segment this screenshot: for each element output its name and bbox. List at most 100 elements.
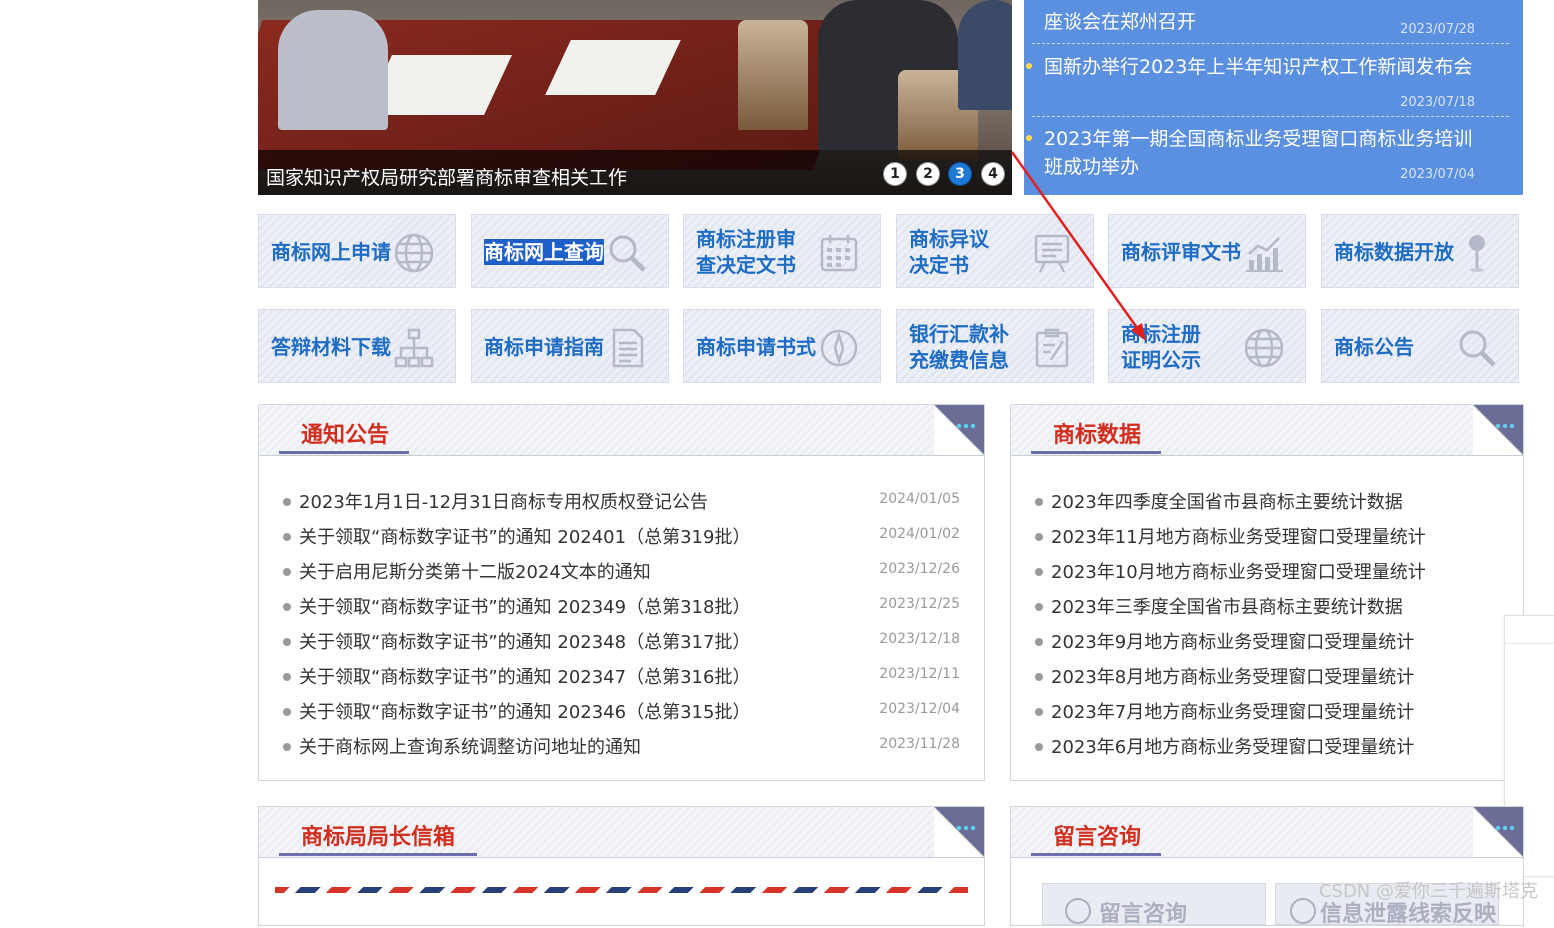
more-corner-icon[interactable] [933, 806, 985, 858]
data-item-title[interactable]: 2023年11月地方商标业务受理窗口受理量统计 [1051, 523, 1426, 549]
trademark-data-panel: 商标数据 2023年四季度全国省市县商标主要统计数据 2023年11月地方商标业… [1010, 404, 1524, 781]
panel-title-underline [1031, 853, 1161, 856]
tile-label-line: 决定书 [909, 253, 969, 277]
tile-label: 商标评审文书 [1121, 240, 1241, 264]
data-item-title[interactable]: 2023年6月地方商标业务受理窗口受理量统计 [1051, 733, 1414, 759]
tile-application-forms[interactable]: 商标申请书式 [683, 309, 881, 383]
globe-icon [1243, 327, 1285, 369]
tile-online-search[interactable]: 商标网上查询 [471, 214, 669, 288]
data-item-title[interactable]: 2023年10月地方商标业务受理窗口受理量统计 [1051, 558, 1426, 584]
tile-label-line: 充缴费信息 [909, 348, 1009, 372]
notice-item[interactable]: 关于领取“商标数字证书”的通知 202401（总第319批） 2024/01/02 [283, 523, 960, 551]
notice-item-title[interactable]: 关于领取“商标数字证书”的通知 202348（总第317批） [299, 628, 750, 654]
tile-label: 银行汇款补 充缴费信息 [909, 310, 1009, 384]
data-item-title[interactable]: 2023年8月地方商标业务受理窗口受理量统计 [1051, 663, 1414, 689]
tile-label: 商标网上查询 [484, 215, 604, 289]
consult-button-label: 留言咨询 [1099, 902, 1188, 927]
tile-data-open[interactable]: 商标数据开放 [1321, 214, 1519, 288]
notice-item-title[interactable]: 关于领取“商标数字证书”的通知 202346（总第315批） [299, 698, 750, 724]
carousel-photo-person [278, 10, 388, 130]
tile-label-line: 商标异议 [909, 227, 989, 251]
notice-item[interactable]: 关于领取“商标数字证书”的通知 202347（总第316批） 2023/12/11 [283, 663, 960, 691]
notice-item-date: 2024/01/02 [879, 526, 960, 542]
tile-review-documents[interactable]: 商标评审文书 [1108, 214, 1306, 288]
data-item-title[interactable]: 2023年7月地方商标业务受理窗口受理量统计 [1051, 698, 1414, 724]
data-item[interactable]: 2023年10月地方商标业务受理窗口受理量统计 [1035, 558, 1499, 586]
more-corner-icon[interactable] [1472, 404, 1524, 456]
panel-title[interactable]: 留言咨询 [1053, 819, 1141, 851]
consult-panel: 留言咨询 留言咨询 信息泄露线索反映 [1010, 806, 1524, 927]
notice-item-title[interactable]: 关于领取“商标数字证书”的通知 202401（总第319批） [299, 523, 750, 549]
notice-item[interactable]: 关于商标网上查询系统调整访问地址的通知 2023/11/28 [283, 733, 960, 761]
news-item-date: 2023/07/28 [1400, 22, 1475, 37]
panel-title[interactable]: 商标数据 [1053, 417, 1141, 449]
notice-item[interactable]: 2023年1月1日-12月31日商标专用权质权登记公告 2024/01/05 [283, 488, 960, 516]
data-item[interactable]: 2023年11月地方商标业务受理窗口受理量统计 [1035, 523, 1499, 551]
notice-item[interactable]: 关于启用尼斯分类第十二版2024文本的通知 2023/12/26 [283, 558, 960, 586]
notice-item-date: 2023/12/26 [879, 561, 960, 577]
notice-item-title[interactable]: 关于领取“商标数字证书”的通知 202347（总第316批） [299, 663, 750, 689]
hierarchy-icon [393, 327, 435, 369]
bullet-icon [1035, 743, 1043, 751]
bullet-icon [283, 568, 291, 576]
panel-title-underline [279, 853, 477, 856]
data-item-title[interactable]: 2023年9月地方商标业务受理窗口受理量统计 [1051, 628, 1414, 654]
tile-label: 商标数据开放 [1334, 240, 1454, 264]
tile-online-application[interactable]: 商标网上申请 [258, 214, 456, 288]
notice-item[interactable]: 关于领取“商标数字证书”的通知 202349（总第318批） 2023/12/25 [283, 593, 960, 621]
tile-reply-materials[interactable]: 答辩材料下载 [258, 309, 456, 383]
pin-icon [1456, 232, 1498, 274]
more-corner-icon[interactable] [1472, 806, 1524, 858]
data-item[interactable]: 2023年6月地方商标业务受理窗口受理量统计 [1035, 733, 1499, 761]
notice-item-title[interactable]: 关于商标网上查询系统调整访问地址的通知 [299, 733, 641, 759]
news-bullet-icon [1026, 63, 1032, 69]
news-item-title[interactable]: 座谈会在郑州召开 [1044, 8, 1196, 36]
notice-item-date: 2024/01/05 [879, 491, 960, 507]
news-list: 座谈会在郑州召开 2023/07/28 国新办举行2023年上半年知识产权工作新… [1024, 0, 1523, 195]
news-item-date: 2023/07/04 [1400, 167, 1475, 182]
carousel-dot-1[interactable]: 1 [884, 163, 906, 185]
carousel-caption[interactable]: 国家知识产权局研究部署商标审查相关工作 [266, 163, 627, 190]
notice-item-date: 2023/12/11 [879, 666, 960, 682]
news-item-title[interactable]: 国新办举行2023年上半年知识产权工作新闻发布会 [1044, 53, 1472, 81]
data-item[interactable]: 2023年三季度全国省市县商标主要统计数据 [1035, 593, 1499, 621]
more-corner-icon[interactable] [933, 404, 985, 456]
search-icon [606, 232, 648, 274]
tile-opposition-decision[interactable]: 商标异议 决定书 [896, 214, 1094, 288]
tile-label-line: 查决定文书 [696, 253, 796, 277]
panel-title[interactable]: 商标局局长信箱 [301, 819, 455, 851]
news-divider [1032, 43, 1509, 44]
tile-trademark-gazette[interactable]: 商标公告 [1321, 309, 1519, 383]
data-item[interactable]: 2023年8月地方商标业务受理窗口受理量统计 [1035, 663, 1499, 691]
tile-label-line: 商标注册审 [696, 227, 796, 251]
data-item[interactable]: 2023年四季度全国省市县商标主要统计数据 [1035, 488, 1499, 516]
news-item-title[interactable]: 班成功举办 [1044, 153, 1139, 181]
panel-title[interactable]: 通知公告 [301, 417, 389, 449]
tile-registration-decision[interactable]: 商标注册审 查决定文书 [683, 214, 881, 288]
notice-item-title[interactable]: 2023年1月1日-12月31日商标专用权质权登记公告 [299, 488, 708, 514]
tile-bank-remittance[interactable]: 银行汇款补 充缴费信息 [896, 309, 1094, 383]
data-item[interactable]: 2023年9月地方商标业务受理窗口受理量统计 [1035, 628, 1499, 656]
tile-registration-certificate[interactable]: 商标注册 证明公示 [1108, 309, 1306, 383]
news-item-title[interactable]: 2023年第一期全国商标业务受理窗口商标业务培训 [1044, 125, 1472, 153]
data-item[interactable]: 2023年7月地方商标业务受理窗口受理量统计 [1035, 698, 1499, 726]
news-bullet-icon [1026, 135, 1032, 141]
tile-label-text: 商标网上查询 [484, 239, 604, 265]
carousel-dot-4[interactable]: 4 [982, 163, 1004, 185]
notice-item-title[interactable]: 关于启用尼斯分类第十二版2024文本的通知 [299, 558, 651, 584]
data-item-title[interactable]: 2023年三季度全国省市县商标主要统计数据 [1051, 593, 1403, 619]
notice-item[interactable]: 关于领取“商标数字证书”的通知 202348（总第317批） 2023/12/18 [283, 628, 960, 656]
news-carousel[interactable]: 国家知识产权局研究部署商标审查相关工作 1 2 3 4 [258, 0, 1012, 195]
carousel-dot-2[interactable]: 2 [917, 163, 939, 185]
bullet-icon [283, 498, 291, 506]
tile-label: 商标网上申请 [271, 240, 391, 264]
consult-message-button[interactable]: 留言咨询 [1042, 883, 1266, 927]
notice-item[interactable]: 关于领取“商标数字证书”的通知 202346（总第315批） 2023/12/04 [283, 698, 960, 726]
data-item-title[interactable]: 2023年四季度全国省市县商标主要统计数据 [1051, 488, 1403, 514]
notice-item-title[interactable]: 关于领取“商标数字证书”的通知 202349（总第318批） [299, 593, 750, 619]
tile-application-guide[interactable]: 商标申请指南 [471, 309, 669, 383]
tile-label-line: 证明公示 [1121, 348, 1201, 372]
globe-icon [393, 232, 435, 274]
carousel-dot-3[interactable]: 3 [949, 163, 971, 185]
carousel-photo-person [958, 0, 1012, 110]
